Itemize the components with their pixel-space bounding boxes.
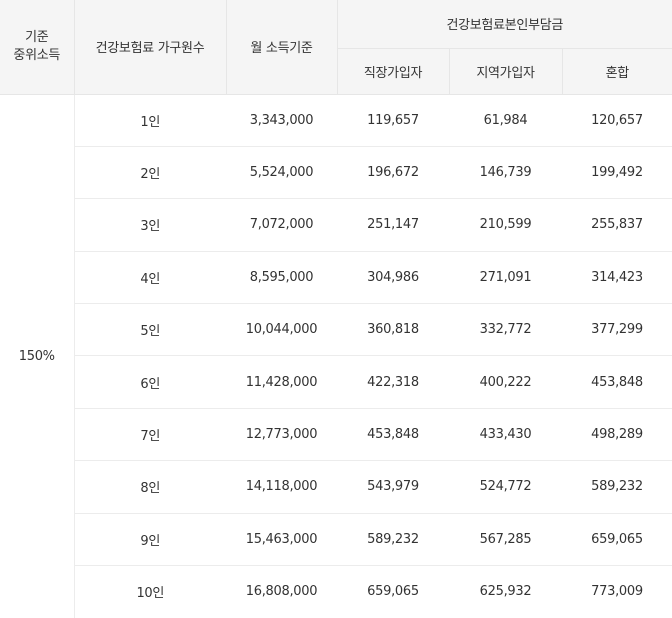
cell-regional: 524,772 [449,460,562,514]
cell-household: 2인 [74,146,226,200]
cell-employee: 589,232 [337,513,449,567]
cell-income: 5,524,000 [226,146,337,200]
cell-income: 12,773,000 [226,408,337,462]
cell-mixed: 255,837 [562,198,672,252]
table-row: 9인 15,463,000 589,232 567,285 659,065 [0,513,672,567]
header-monthly-income: 월 소득기준 [226,0,338,95]
table-body: 150% 1인 3,343,000 119,657 61,984 120,657 2인 5,5… [0,94,672,618]
cell-household: 7인 [74,408,226,462]
header-employee: 직장가입자 [337,48,450,95]
cell-regional: 400,222 [449,355,562,409]
cell-regional: 61,984 [449,94,562,147]
cell-income: 7,072,000 [226,198,337,252]
cell-household: 3인 [74,198,226,252]
header-household-size: 건강보험료 가구원수 [74,0,227,95]
cell-mixed: 498,289 [562,408,672,462]
median-income-group-cell: 150% [0,94,75,618]
cell-mixed: 199,492 [562,146,672,200]
header-median-income-line1: 기준 [25,29,49,45]
cell-income: 14,118,000 [226,460,337,514]
table-row: 2인 5,524,000 196,672 146,739 199,492 [0,146,672,200]
cell-regional: 332,772 [449,303,562,357]
cell-regional: 210,599 [449,198,562,252]
header-mixed: 혼합 [562,48,672,95]
header-median-income-line2: 중위소득 [13,47,61,63]
table-row: 10인 16,808,000 659,065 625,932 773,009 [0,566,672,618]
cell-mixed: 589,232 [562,460,672,514]
cell-employee: 453,848 [337,408,449,462]
table-row: 150% 1인 3,343,000 119,657 61,984 120,657 [0,94,672,618]
cell-mixed: 120,657 [562,94,672,147]
cell-household: 8인 [74,460,226,514]
cell-regional: 146,739 [449,146,562,200]
cell-household: 5인 [74,303,226,357]
cell-employee: 422,318 [337,355,449,409]
header-premium-group: 건강보험료본인부담금 [337,0,672,49]
cell-income: 11,428,000 [226,355,337,409]
cell-mixed: 659,065 [562,513,672,567]
cell-household: 6인 [74,355,226,409]
cell-regional: 625,932 [479,584,532,600]
cell-employee: 543,979 [337,460,449,514]
table-row: 7인 12,773,000 453,848 433,430 498,289 [0,408,672,462]
cell-household: 9인 [74,513,226,567]
cell-mixed: 377,299 [562,303,672,357]
cell-regional: 271,091 [449,251,562,305]
premium-table: 기준중위소득 건강보험료 가구원수 월 소득기준 건강보험료본인부담금 직장가입… [0,0,672,618]
cell-regional: 567,285 [449,513,562,567]
cell-employee: 659,065 [367,584,419,600]
cell-mixed: 314,423 [562,251,672,305]
cell-income: 3,343,000 [226,94,337,147]
cell-household: 10인 [136,586,165,602]
cell-mixed: 773,009 [591,584,643,600]
cell-employee: 251,147 [337,198,449,252]
cell-employee: 304,986 [337,251,449,305]
cell-income: 10,044,000 [226,303,337,357]
table-row: 6인 11,428,000 422,318 400,222 453,848 [0,355,672,409]
table-header: 기준중위소득 건강보험료 가구원수 월 소득기준 건강보험료본인부담금 직장가입… [0,0,672,95]
cell-household: 1인 [74,94,226,147]
cell-household: 4인 [74,251,226,305]
cell-employee: 360,818 [337,303,449,357]
cell-income: 16,808,000 [245,584,318,600]
table-row: 3인 7,072,000 251,147 210,599 255,837 [0,198,672,252]
cell-income: 15,463,000 [226,513,337,567]
header-regional: 지역가입자 [449,48,563,95]
cell-employee: 196,672 [337,146,449,200]
cell-mixed: 453,848 [562,355,672,409]
table-row: 4인 8,595,000 304,986 271,091 314,423 [0,251,672,305]
table-row: 8인 14,118,000 543,979 524,772 589,232 [0,460,672,514]
table-row: 5인 10,044,000 360,818 332,772 377,299 [0,303,672,357]
cell-income: 8,595,000 [226,251,337,305]
header-median-income: 기준중위소득 [0,0,75,95]
cell-regional: 433,430 [449,408,562,462]
cell-employee: 119,657 [337,94,449,147]
